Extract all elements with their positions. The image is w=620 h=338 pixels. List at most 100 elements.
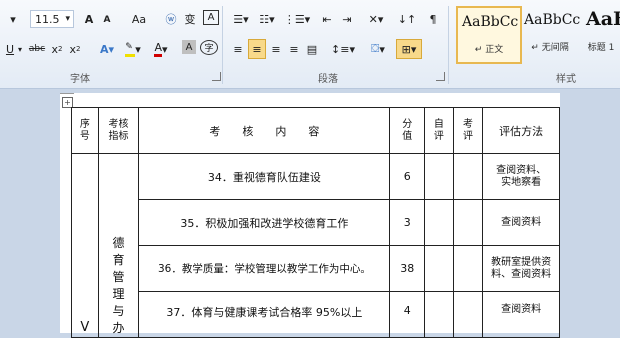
chevron-down-icon: ▾	[65, 14, 70, 24]
row-method[interactable]: 查阅资料、实地察看	[482, 153, 560, 200]
style-no-spacing-name: ↵ 无间隔	[531, 43, 569, 53]
header-score-text: 分值	[402, 118, 413, 142]
row-self[interactable]	[424, 245, 454, 292]
increase-indent-icon: ⇥	[342, 12, 352, 26]
grow-font-label: A	[84, 12, 94, 26]
row-method-text: 查阅资料	[501, 216, 542, 228]
sort-button[interactable]: ↓↑	[398, 10, 416, 28]
paragraph-group-label: 段落	[318, 74, 338, 85]
paragraph-dialog-launcher[interactable]	[436, 72, 445, 81]
font-dialog-launcher[interactable]	[212, 72, 221, 81]
justify-icon: ≡	[289, 42, 299, 56]
header-seq: 序号	[71, 107, 99, 154]
style-no-spacing[interactable]: AaBbCc ↵ 无间隔	[520, 6, 580, 60]
table-row: 36．教学质量：学校管理以教学工作为中心。 38 教研室提供资料、查阅资料	[72, 245, 560, 292]
underline-dropdown[interactable]: ▾	[16, 40, 24, 58]
increase-indent-button[interactable]: ⇥	[338, 10, 356, 28]
row-content[interactable]: 34．重视德育队伍建设	[138, 153, 391, 200]
row-exam[interactable]	[452, 291, 484, 338]
header-score: 分值	[389, 107, 425, 154]
header-exam-text: 考评	[462, 118, 473, 142]
distributed-button[interactable]: ▤	[304, 40, 320, 58]
document-page[interactable]: + 序号 考核指标 考 核 内 容 分值 自评 考评 评估方法 V 德育管理与办…	[60, 93, 560, 338]
char-border-button[interactable]: A	[203, 10, 219, 25]
row-method[interactable]: 查阅资料	[482, 199, 560, 246]
decrease-indent-icon: ⇤	[322, 12, 332, 26]
row-score[interactable]: 3	[389, 199, 425, 246]
align-left-button[interactable]: ≡	[230, 40, 246, 58]
highlight-button[interactable]: ✎ ▾	[122, 40, 144, 58]
align-center-button[interactable]: ≡	[248, 39, 266, 59]
paint-bucket-icon: ⛋	[371, 42, 380, 55]
style-normal-sample: AaBbCc	[462, 14, 519, 30]
header-indicator: 考核指标	[97, 107, 140, 154]
enclose-characters-button[interactable]: 字	[200, 40, 218, 55]
enclose-label: 字	[204, 44, 214, 54]
group-indicator-cell: 德育管理与办	[97, 153, 140, 338]
header-self-text: 自评	[433, 118, 444, 142]
table-row: 37．体育与健康课考试合格率 95%以上 4 查阅资料	[72, 291, 560, 338]
align-right-button[interactable]: ≡	[268, 40, 284, 58]
text-effects-button[interactable]: A ▾	[96, 40, 118, 58]
underline-button[interactable]: U	[4, 40, 16, 58]
header-method: 评估方法	[482, 107, 560, 154]
row-content[interactable]: 35．积极加强和改进学校德育工作	[138, 199, 391, 246]
justify-button[interactable]: ≡	[286, 40, 302, 58]
shrink-font-label: A	[103, 15, 111, 25]
superscript-button[interactable]: x2	[68, 40, 82, 58]
bullets-button[interactable]: ☰▾	[230, 10, 252, 28]
change-case-button[interactable]: Aa	[127, 10, 151, 28]
row-content[interactable]: 37．体育与健康课考试合格率 95%以上	[138, 291, 391, 338]
font-group-label: 字体	[70, 74, 90, 85]
borders-icon: ⊞▾	[401, 42, 417, 56]
chinese-layout-button[interactable]: ✕▾	[364, 10, 388, 28]
highlighter-icon: ✎	[125, 42, 136, 57]
row-self[interactable]	[424, 291, 454, 338]
numbering-button[interactable]: ☷▾	[256, 10, 278, 28]
style-normal[interactable]: AaBbCc ↵ 正文	[456, 6, 522, 64]
row-exam[interactable]	[452, 153, 484, 200]
styles-group-label: 样式	[556, 74, 576, 85]
row-method[interactable]: 教研室提供资料、查阅资料	[482, 245, 560, 292]
row-content[interactable]: 36．教学质量：学校管理以教学工作为中心。	[138, 245, 391, 292]
style-heading-1-name: 标题 1	[587, 43, 615, 53]
row-score[interactable]: 38	[389, 245, 425, 292]
shading-button[interactable]: ⛋ ▾	[366, 40, 390, 58]
style-heading-1[interactable]: AaB 标题 1	[582, 6, 620, 60]
row-exam[interactable]	[452, 199, 484, 246]
strikethrough-button[interactable]: abc	[26, 40, 48, 58]
style-normal-name: ↵ 正文	[474, 45, 504, 55]
group-indicator-text: 德育管理与办	[112, 236, 125, 335]
align-left-icon: ≡	[233, 42, 243, 56]
change-case-label: Aa	[131, 12, 147, 26]
row-self[interactable]	[424, 153, 454, 200]
row-score[interactable]: 6	[389, 153, 425, 200]
text-effects-label: A	[99, 42, 109, 56]
font-name-dropdown-arrow[interactable]: ▾	[2, 10, 24, 28]
distributed-icon: ▤	[306, 42, 318, 56]
align-center-icon: ≡	[252, 42, 262, 56]
row-self[interactable]	[424, 199, 454, 246]
multilevel-list-icon: ⋮☰▾	[283, 12, 311, 26]
subscript-button[interactable]: x2	[50, 40, 64, 58]
row-score[interactable]: 4	[389, 291, 425, 338]
numbering-icon: ☷▾	[259, 12, 275, 26]
row-exam[interactable]	[452, 245, 484, 292]
font-color-button[interactable]: A ▾	[150, 40, 172, 58]
shrink-font-button[interactable]: A	[100, 11, 114, 29]
line-spacing-button[interactable]: ↕≡▾	[331, 40, 355, 58]
enclose-char-button[interactable]: 变	[181, 10, 199, 28]
header-indicator-text: 考核指标	[108, 118, 129, 142]
multilevel-list-button[interactable]: ⋮☰▾	[284, 10, 310, 28]
grow-font-button[interactable]: A	[82, 10, 96, 28]
phonetic-guide-button[interactable]: ⓦ	[162, 10, 180, 28]
char-shading-button[interactable]: A	[182, 40, 196, 54]
borders-button[interactable]: ⊞▾	[396, 39, 422, 59]
decrease-indent-button[interactable]: ⇤	[318, 10, 336, 28]
font-size-combobox[interactable]: 11.5 ▾	[30, 10, 74, 28]
style-no-spacing-sample: AaBbCc	[524, 12, 580, 28]
show-marks-button[interactable]: ¶	[424, 10, 442, 28]
chinese-layout-icon: ✕▾	[368, 12, 384, 26]
row-method[interactable]: 查阅资料	[482, 291, 560, 338]
strikethrough-label: abc	[28, 44, 46, 54]
